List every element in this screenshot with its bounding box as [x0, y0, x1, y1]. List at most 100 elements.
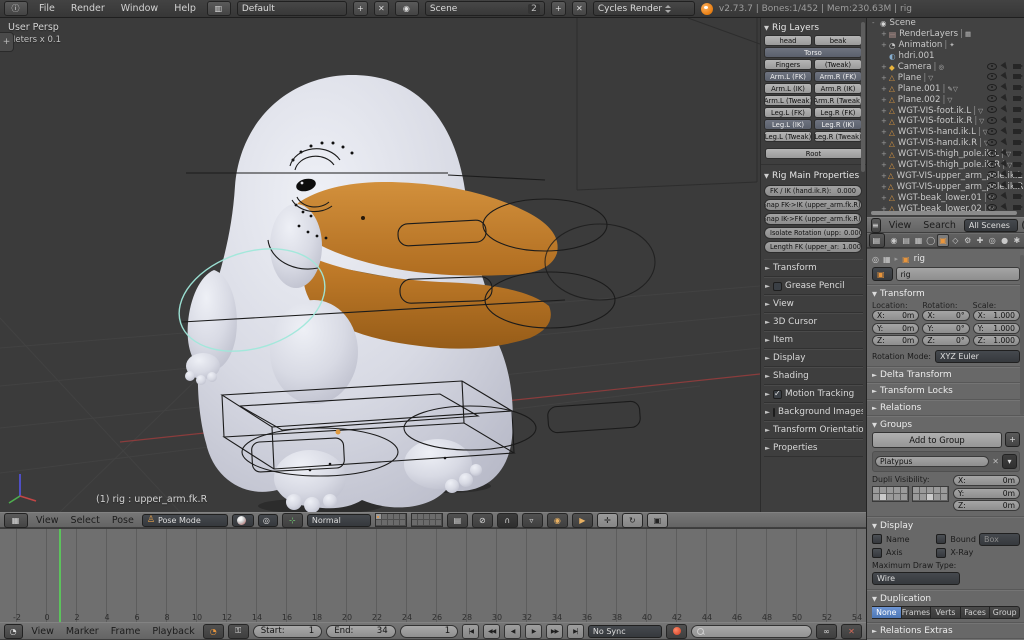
outliner-item-label[interactable]: WGT-VIS-thigh_pole.ik.R	[898, 160, 1000, 170]
rig-layer-toggle[interactable]: Leg.L (FK)	[764, 107, 812, 118]
manipulator-axis-icon[interactable]: ⊹	[282, 513, 303, 528]
manipulator-rotate-icon[interactable]: ↻	[622, 513, 643, 528]
pin-icon[interactable]: ◎	[872, 255, 879, 264]
renderability-camera-icon[interactable]	[1013, 172, 1021, 177]
renderability-camera-icon[interactable]	[1013, 118, 1021, 123]
panel-header-delta-transform[interactable]: ►Delta Transform	[872, 369, 1020, 382]
selectability-cursor-icon[interactable]	[1001, 72, 1010, 81]
outliner-row[interactable]: - ◉ Scene |	[867, 18, 1024, 29]
jump-to-start-button[interactable]: |◀	[462, 624, 479, 639]
collapsed-panel-section[interactable]: ► Motion Tracking	[764, 385, 863, 403]
expander-icon[interactable]: +	[881, 74, 888, 82]
manipulator-scale-icon[interactable]: ▣	[647, 513, 668, 528]
manipulator-translate-icon[interactable]: ✛	[597, 513, 618, 528]
viewport-shading-select[interactable]	[232, 514, 254, 527]
rig-layer-root-toggle[interactable]: Root	[765, 148, 863, 159]
visibility-eye-icon[interactable]	[987, 117, 997, 124]
visibility-eye-icon[interactable]	[987, 128, 997, 135]
properties-tab-icon[interactable]: ✚	[974, 234, 986, 247]
rig-property-slider[interactable]: Length FK (upper_ar: 1.000	[764, 241, 862, 253]
outliner-row[interactable]: + △ Plane | ▽	[867, 72, 1024, 83]
menu-view[interactable]: View	[27, 626, 58, 637]
rotation-y-field[interactable]: Y:0°	[922, 323, 969, 334]
rig-layer-toggle[interactable]: head	[764, 35, 812, 46]
visibility-eye-icon[interactable]	[987, 150, 997, 157]
renderability-camera-icon[interactable]	[1013, 64, 1021, 69]
collapsed-panel-section[interactable]: ► 3D Cursor	[764, 313, 863, 331]
scale-x-field[interactable]: X:1.000	[973, 310, 1020, 321]
duplication-option-button[interactable]: Group	[990, 606, 1020, 619]
panel-checkbox[interactable]	[773, 282, 782, 291]
next-keyframe-button[interactable]: ▶▶	[546, 624, 563, 639]
outliner-item-label[interactable]: Camera	[898, 62, 932, 72]
visibility-eye-icon[interactable]	[987, 139, 997, 146]
panel-header-groups[interactable]: ▼Groups	[872, 418, 1020, 432]
object-id-icon[interactable]: ▣	[872, 267, 893, 281]
outliner-item-label[interactable]: Scene	[890, 18, 916, 28]
renderability-camera-icon[interactable]	[1013, 96, 1021, 101]
panel-header-rig-main-properties[interactable]: ▼ Rig Main Properties	[764, 168, 863, 183]
visibility-eye-icon[interactable]	[987, 161, 997, 168]
visibility-eye-icon[interactable]	[987, 193, 997, 200]
group-offset-z-field[interactable]: Z:0m	[953, 500, 1020, 511]
unlink-group-icon[interactable]: ✕	[992, 457, 999, 466]
panel-header-relations[interactable]: ►Relations	[872, 402, 1020, 415]
panel-header-transform[interactable]: ▼Transform	[872, 287, 1020, 301]
bound-checkbox[interactable]	[936, 534, 946, 544]
outliner-row[interactable]: ◐ hdri.001 |	[867, 51, 1024, 62]
new-group-button[interactable]: +	[1005, 432, 1020, 447]
properties-tab-icon[interactable]: ⚙	[962, 234, 974, 247]
layer-grid-2[interactable]	[411, 513, 443, 527]
group-name-field[interactable]: Platypus	[875, 456, 989, 467]
add-scene-button[interactable]: +	[551, 1, 566, 16]
outliner-row[interactable]: + △ WGT-VIS-thigh_pole.ik.R | ▽	[867, 160, 1024, 171]
rig-layer-toggle[interactable]: Leg.R (FK)	[814, 107, 862, 118]
use-preview-range-icon[interactable]: ◔	[203, 624, 224, 639]
outliner-scope-select[interactable]: All Scenes	[964, 219, 1018, 232]
delete-scene-button[interactable]: ✕	[572, 1, 587, 16]
renderability-camera-icon[interactable]	[1013, 85, 1021, 90]
collapsed-panel-section[interactable]: ► Background Images	[764, 403, 863, 421]
rig-property-slider[interactable]: Snap IK->FK (upper_arm.fk.R)	[764, 213, 862, 225]
rotation-z-field[interactable]: Z:0°	[922, 335, 969, 346]
panel-checkbox[interactable]	[773, 390, 782, 399]
expander-icon[interactable]: +	[881, 63, 888, 71]
visibility-eye-icon[interactable]	[987, 171, 997, 178]
selectability-cursor-icon[interactable]	[1001, 116, 1010, 125]
duplication-option-button[interactable]: Faces	[961, 606, 991, 619]
collapsed-panel-section[interactable]: ► Properties	[764, 439, 863, 457]
outliner-row[interactable]: + △ WGT-VIS-thigh_pole.ik.L | ▽	[867, 149, 1024, 160]
lock-range-icon[interactable]: ⚿	[228, 624, 249, 639]
sync-select[interactable]: No Sync	[588, 625, 663, 638]
delete-keyframe-icon[interactable]: ✕	[841, 624, 862, 639]
properties-scrollbar[interactable]	[1020, 255, 1024, 415]
rig-layer-toggle[interactable]: Leg.L (Tweak)	[764, 131, 812, 142]
expander-icon[interactable]: +	[881, 150, 888, 158]
outliner-item-label[interactable]: hdri.001	[899, 51, 935, 61]
expander-icon[interactable]: +	[881, 194, 888, 202]
panel-header-rig-layers[interactable]: ▼ Rig Layers	[764, 20, 863, 35]
frame-end-field[interactable]: End: 34	[326, 625, 396, 638]
expander-icon[interactable]: +	[881, 117, 888, 125]
collapsed-panel-section[interactable]: ► Display	[764, 349, 863, 367]
rig-layer-toggle[interactable]: Arm.R (Tweak)	[814, 95, 862, 106]
properties-tab-icon[interactable]: ◎	[986, 234, 998, 247]
outliner-item-label[interactable]: Plane.001	[898, 84, 941, 94]
viewport-3d[interactable]: User Persp Meters x 0.1 (1) rig : upper_…	[0, 18, 760, 512]
jump-to-end-button[interactable]: ▶|	[567, 624, 584, 639]
collapsed-panel-section[interactable]: ► Grease Pencil	[764, 277, 863, 295]
panel-header-transform-locks[interactable]: ►Transform Locks	[872, 385, 1020, 398]
properties-tab-icon[interactable]: ▦	[912, 234, 924, 247]
selectability-cursor-icon[interactable]	[1001, 170, 1010, 179]
editor-type-timeline-icon[interactable]: ◔	[4, 624, 23, 639]
menu-search[interactable]: Search	[919, 220, 960, 231]
toolbar-expand-tab[interactable]: +	[0, 32, 14, 52]
outliner-item-label[interactable]: Plane.002	[898, 95, 941, 105]
outliner-row[interactable]: + ◔ Animation | ✦	[867, 40, 1024, 51]
selectability-cursor-icon[interactable]	[1001, 61, 1010, 70]
outliner-item-label[interactable]: Animation	[899, 40, 943, 50]
visibility-eye-icon[interactable]	[987, 84, 997, 91]
rig-layer-toggle[interactable]: beak	[814, 35, 862, 46]
transform-orientation-select[interactable]: Normal	[307, 514, 371, 527]
name-checkbox[interactable]	[872, 534, 882, 544]
